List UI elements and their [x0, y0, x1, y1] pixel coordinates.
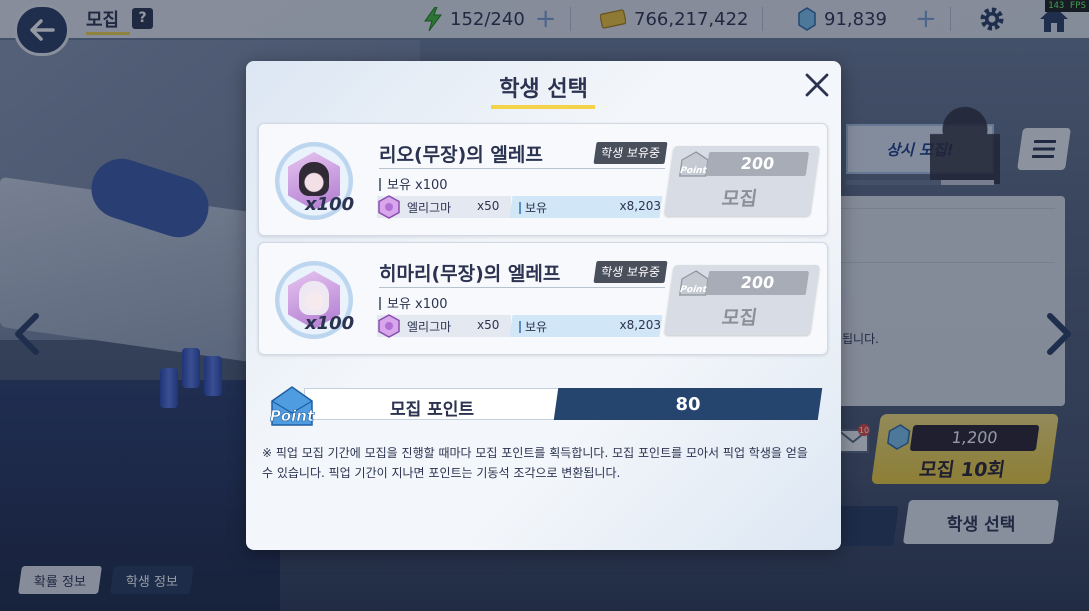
eligma-owned-value: x8,203 — [619, 199, 661, 213]
eleph-name: 리오(무장)의 엘레프 — [379, 144, 543, 166]
modal-title: 학생 선택 — [499, 77, 588, 102]
recruit-points-bar: 모집 포인트 80 Point — [264, 383, 824, 426]
eligma-cost: x50 — [477, 318, 500, 332]
recruit-point-cost: 200 — [705, 271, 810, 295]
recruit-button[interactable]: Point 200 모집 — [664, 265, 820, 335]
eligma-cost-row: 엘리그마 x50 보유 x8,203 — [377, 314, 663, 338]
eleph-card: x100 리오(무장)의 엘레프 학생 보유중 보유 x100 엘리그마 x50… — [258, 123, 828, 236]
eligma-owned-value: x8,203 — [619, 318, 661, 332]
recruit-points-label: 모집 포인트 — [389, 400, 475, 420]
modal-header: 학생 선택 — [246, 61, 841, 113]
eleph-card: x100 히마리(무장)의 엘레프 학생 보유중 보유 x100 엘리그마 x5… — [258, 242, 828, 355]
eligma-label: 엘리그마 — [407, 201, 452, 215]
recruit-label: 모집 — [720, 307, 759, 329]
eligma-cost-row: 엘리그마 x50 보유 x8,203 — [377, 195, 663, 219]
recruit-button[interactable]: Point 200 모집 — [664, 146, 820, 216]
svg-text:Point: Point — [679, 285, 708, 295]
student-eleph-portrait: x100 — [275, 142, 355, 220]
student-eleph-portrait: x100 — [275, 261, 355, 339]
recruit-point-cost: 200 — [705, 152, 810, 176]
eligma-cost: x50 — [477, 199, 500, 213]
recruit-points-note: ※ 픽업 모집 기간에 모집을 진행할 때마다 모집 포인트를 획득합니다. 모… — [262, 446, 808, 480]
eligma-owned-label: 보유 — [519, 318, 547, 335]
owned-badge: 학생 보유중 — [593, 142, 668, 164]
student-select-modal: 학생 선택 x100 리오(무장)의 엘레프 학생 보유중 보유 x100 엘리… — [246, 61, 841, 550]
eleph-owned-count: 보유 x100 — [379, 293, 448, 312]
eligma-icon — [378, 314, 400, 338]
svg-text:Point: Point — [270, 407, 315, 425]
recruit-points-value: 80 — [675, 394, 701, 415]
portrait-quantity: x100 — [305, 313, 355, 334]
point-icon: Point — [270, 386, 315, 426]
recruit-label: 모집 — [720, 188, 759, 210]
eligma-label: 엘리그마 — [407, 320, 452, 334]
owned-badge: 학생 보유중 — [593, 261, 668, 283]
eleph-name: 히마리(무장)의 엘레프 — [379, 263, 561, 285]
svg-text:Point: Point — [679, 166, 708, 176]
eligma-owned-label: 보유 — [519, 199, 547, 216]
close-icon[interactable] — [803, 71, 831, 99]
eleph-owned-count: 보유 x100 — [379, 174, 448, 193]
eligma-icon — [378, 195, 400, 219]
portrait-quantity: x100 — [305, 194, 355, 215]
